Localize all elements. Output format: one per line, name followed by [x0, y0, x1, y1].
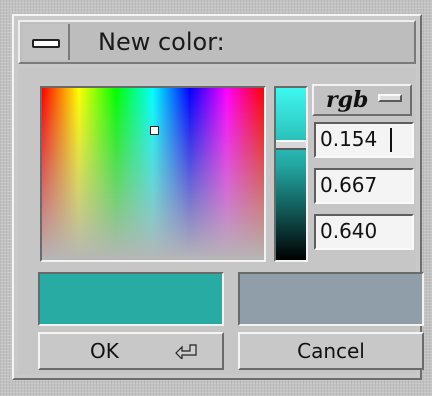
cancel-button[interactable]: Cancel [238, 332, 424, 370]
red-field[interactable]: 0.154 [314, 122, 414, 158]
ok-label: OK [90, 339, 119, 363]
value-slider-thumb[interactable] [276, 140, 306, 150]
window-menu-icon [32, 39, 60, 48]
color-dialog: New color: rgb 0.154 0.667 0.640 OK Canc… [12, 14, 424, 380]
ok-button[interactable]: OK [38, 332, 224, 370]
blue-value: 0.640 [320, 219, 378, 243]
window-menu-button[interactable] [22, 24, 70, 60]
blue-field[interactable]: 0.640 [314, 214, 414, 250]
value-slider[interactable] [274, 86, 308, 262]
green-field[interactable]: 0.667 [314, 168, 414, 204]
green-value: 0.667 [320, 173, 378, 197]
red-value: 0.154 [320, 127, 378, 151]
color-picker-marker[interactable] [150, 126, 159, 135]
dialog-title: New color: [98, 28, 225, 56]
option-menu-icon [378, 94, 402, 102]
old-color-swatch [238, 272, 424, 326]
enter-key-icon [175, 344, 197, 359]
title-bar[interactable]: New color: [18, 20, 416, 64]
text-caret [390, 128, 392, 152]
color-model-menu[interactable]: rgb [312, 84, 412, 116]
dialog-body: rgb 0.154 0.667 0.640 OK Cancel [18, 68, 424, 374]
color-model-label: rgb [326, 87, 369, 113]
new-color-swatch [38, 272, 224, 326]
hue-saturation-picker[interactable] [40, 86, 266, 262]
